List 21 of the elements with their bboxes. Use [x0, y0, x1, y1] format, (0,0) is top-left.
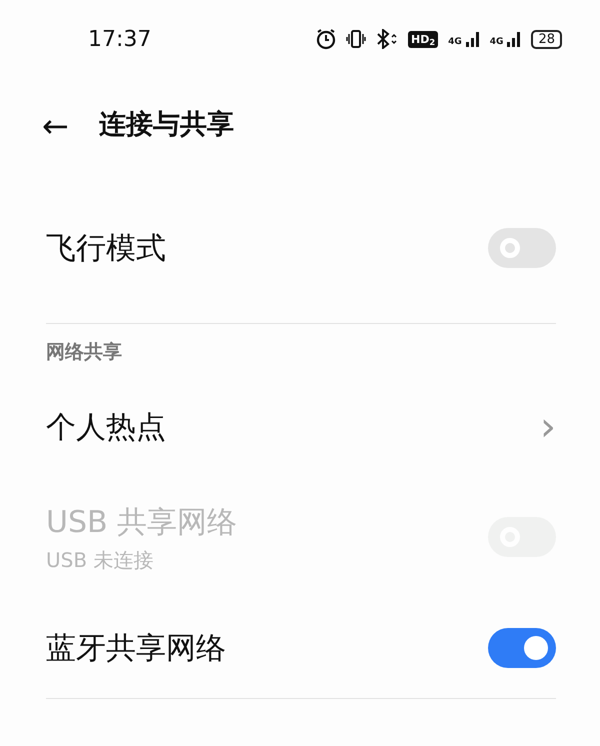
- status-time: 17:37: [88, 26, 152, 54]
- signal-icon: [466, 31, 480, 47]
- alarm-icon: [316, 28, 336, 50]
- battery-indicator: 28: [531, 30, 562, 48]
- setting-label: 蓝牙共享网络: [46, 630, 226, 668]
- setting-label: USB 共享网络: [46, 504, 238, 542]
- hd-badge: HD$_{2}$: [408, 30, 438, 48]
- bluetooth-icon: [376, 29, 398, 49]
- vibrate-icon: [346, 29, 366, 49]
- network-type-label: 4G: [490, 38, 504, 47]
- back-button[interactable]: ←: [42, 110, 69, 142]
- toggle-switch[interactable]: [488, 228, 556, 268]
- setting-label: 飞行模式: [46, 230, 166, 268]
- section-header: 网络共享: [46, 340, 122, 365]
- signal-icon: [507, 31, 522, 47]
- setting-label[interactable]: 个人热点: [46, 404, 166, 450]
- network-type-label: 4G: [448, 38, 462, 47]
- page-title: 连接与共享: [98, 108, 234, 142]
- chevron-icon: ›: [540, 407, 556, 447]
- toggle-switch[interactable]: [488, 628, 556, 668]
- setting-description: USB 未连接: [46, 546, 154, 574]
